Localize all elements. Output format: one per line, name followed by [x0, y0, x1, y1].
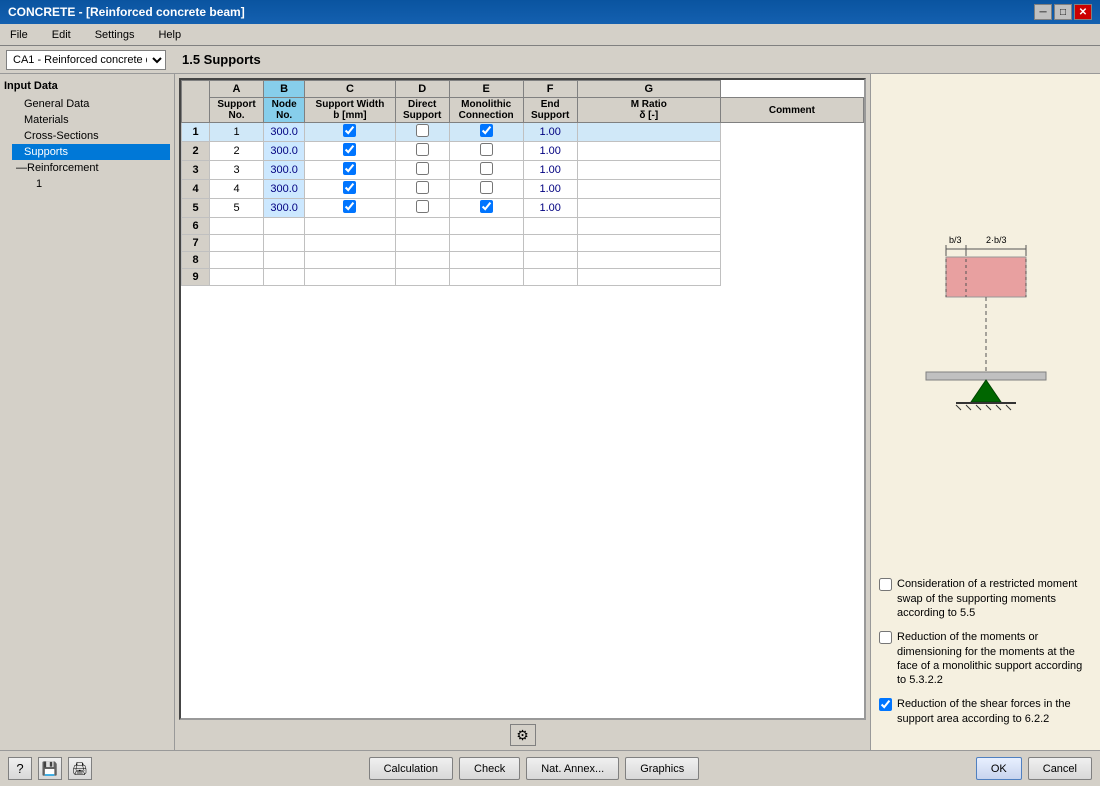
svg-text:2·b/3: 2·b/3	[986, 235, 1007, 245]
section-title: 1.5 Supports	[182, 52, 261, 67]
sidebar-item-cross-sections[interactable]: Cross-Sections	[12, 128, 170, 144]
checkboxes-area: Consideration of a restricted moment swa…	[879, 571, 1092, 742]
right-buttons: OK Cancel	[976, 757, 1092, 780]
nat-annex-button[interactable]: Nat. Annex...	[526, 757, 619, 780]
sidebar-item-reinforcement-1[interactable]: 1	[12, 176, 170, 192]
col-subheader-direct-support: DirectSupport	[395, 98, 449, 123]
sidebar: Input Data General Data Materials Cross-…	[0, 74, 175, 750]
table-tools-button[interactable]: ⚙	[510, 724, 536, 746]
col-subheader-node-no: NodeNo.	[264, 98, 305, 123]
col-subheader-support-no: SupportNo.	[210, 98, 264, 123]
menu-settings[interactable]: Settings	[89, 27, 141, 43]
center-buttons: Calculation Check Nat. Annex... Graphics	[369, 757, 700, 780]
table-row[interactable]: 6	[182, 218, 864, 235]
supports-table: A B C D E F G SupportNo. NodeNo. Support…	[181, 80, 864, 286]
graphics-button[interactable]: Graphics	[625, 757, 699, 780]
bottom-bar: ? 💾 🖨 Calculation Check Nat. Annex... Gr…	[0, 750, 1100, 786]
sidebar-header: Input Data	[4, 80, 170, 92]
checkbox-row-1: Consideration of a restricted moment swa…	[879, 577, 1092, 620]
project-dropdown[interactable]: CA1 - Reinforced concrete desi	[6, 50, 166, 70]
window-title: CONCRETE - [Reinforced concrete beam]	[8, 5, 245, 19]
sidebar-item-supports[interactable]: Supports	[12, 144, 170, 160]
checkbox-moment-reduction[interactable]	[879, 631, 892, 644]
col-subheader-support-width: Support Widthb [mm]	[305, 98, 395, 123]
svg-text:b/3: b/3	[949, 235, 962, 245]
diagram-area: b/3 2·b/3	[879, 82, 1092, 571]
checkbox-shear-reduction[interactable]	[879, 698, 892, 711]
table-row[interactable]: 8	[182, 252, 864, 269]
sidebar-group: General Data Materials Cross-Sections Su…	[4, 96, 170, 192]
menu-file[interactable]: File	[4, 27, 34, 43]
save-icon-button[interactable]: 💾	[38, 757, 62, 780]
main-container: Input Data General Data Materials Cross-…	[0, 74, 1100, 750]
table-container[interactable]: A B C D E F G SupportNo. NodeNo. Support…	[179, 78, 866, 720]
table-row[interactable]: 7	[182, 235, 864, 252]
checkbox-label-3: Reduction of the shear forces in the sup…	[897, 697, 1092, 726]
ok-button[interactable]: OK	[976, 757, 1022, 780]
checkbox-moment-swap[interactable]	[879, 578, 892, 591]
col-header-b: B	[264, 81, 305, 98]
maximize-button[interactable]: □	[1054, 4, 1072, 20]
calculation-button[interactable]: Calculation	[369, 757, 453, 780]
menu-bar: File Edit Settings Help	[0, 24, 1100, 46]
support-diagram: b/3 2·b/3	[886, 217, 1086, 437]
col-subheader-mratio: M Ratioδ [-]	[577, 98, 720, 123]
table-row[interactable]: 33300.01.00	[182, 161, 864, 180]
print-icon-button[interactable]: 🖨	[68, 757, 92, 780]
sidebar-item-materials[interactable]: Materials	[12, 112, 170, 128]
table-row[interactable]: 44300.01.00	[182, 180, 864, 199]
cancel-button[interactable]: Cancel	[1028, 757, 1092, 780]
sidebar-item-reinforcement[interactable]: — Reinforcement	[12, 160, 170, 176]
menu-help[interactable]: Help	[152, 27, 187, 43]
checkbox-label-1: Consideration of a restricted moment swa…	[897, 577, 1092, 620]
col-header-c: C	[305, 81, 395, 98]
toolbar: CA1 - Reinforced concrete desi 1.5 Suppo…	[0, 46, 1100, 74]
minimize-button[interactable]: ─	[1034, 4, 1052, 20]
col-header-f: F	[523, 81, 577, 98]
col-header-g: G	[577, 81, 720, 98]
right-panel: b/3 2·b/3	[870, 74, 1100, 750]
table-row[interactable]: 55300.01.00	[182, 199, 864, 218]
col-header-a: A	[210, 81, 264, 98]
col-header-empty	[182, 81, 210, 123]
col-header-d: D	[395, 81, 449, 98]
sidebar-item-general-data[interactable]: General Data	[12, 96, 170, 112]
window-controls: ─ □ ✕	[1034, 4, 1092, 20]
check-button[interactable]: Check	[459, 757, 520, 780]
checkbox-label-2: Reduction of the moments or dimensioning…	[897, 630, 1092, 687]
col-subheader-monolithic: MonolithicConnection	[449, 98, 523, 123]
table-row[interactable]: 22300.01.00	[182, 142, 864, 161]
col-header-e: E	[449, 81, 523, 98]
help-icon-button[interactable]: ?	[8, 757, 32, 780]
col-subheader-end-support: EndSupport	[523, 98, 577, 123]
menu-edit[interactable]: Edit	[46, 27, 77, 43]
table-tools-bar: ⚙	[179, 724, 866, 746]
table-row[interactable]: 9	[182, 269, 864, 286]
table-row[interactable]: 11300.01.00	[182, 123, 864, 142]
checkbox-row-3: Reduction of the shear forces in the sup…	[879, 697, 1092, 726]
close-button[interactable]: ✕	[1074, 4, 1092, 20]
col-subheader-comment: Comment	[720, 98, 863, 123]
checkbox-row-2: Reduction of the moments or dimensioning…	[879, 630, 1092, 687]
title-bar: CONCRETE - [Reinforced concrete beam] ─ …	[0, 0, 1100, 24]
content-area: A B C D E F G SupportNo. NodeNo. Support…	[175, 74, 870, 750]
left-buttons: ? 💾 🖨	[8, 757, 92, 780]
